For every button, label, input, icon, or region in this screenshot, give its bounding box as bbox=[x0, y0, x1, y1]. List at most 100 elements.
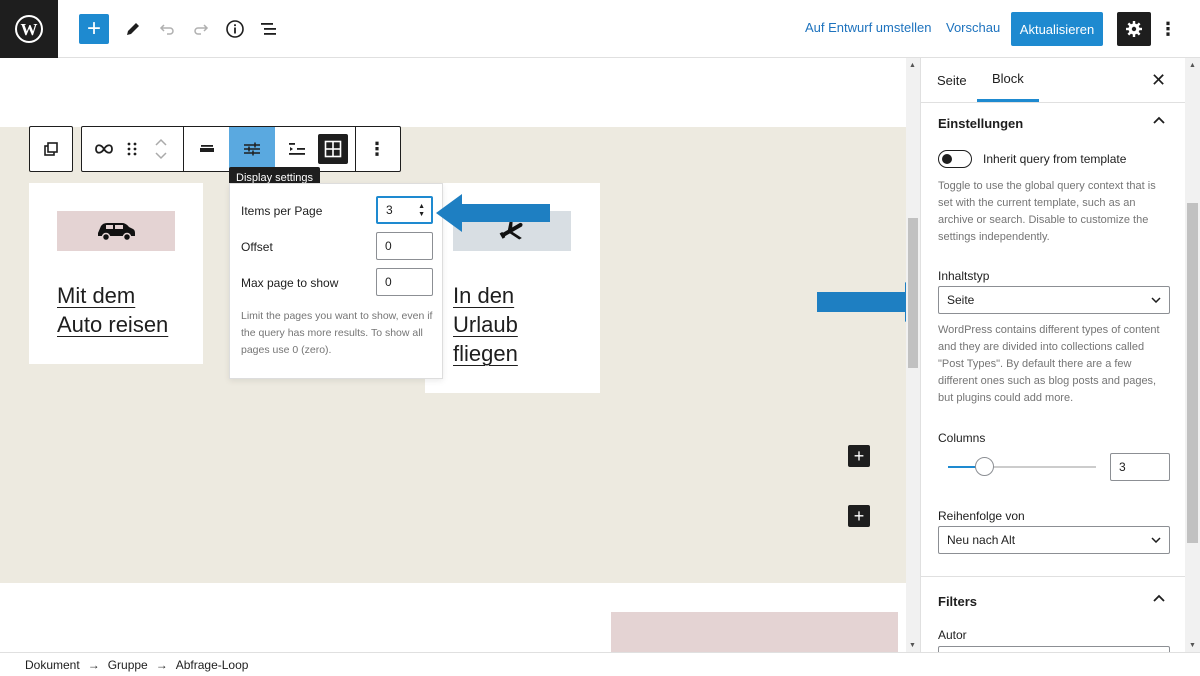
columns-label: Columns bbox=[938, 431, 986, 445]
tab-block[interactable]: Block bbox=[977, 58, 1039, 102]
breadcrumb-item[interactable]: Abfrage-Loop bbox=[176, 658, 249, 672]
details-button[interactable] bbox=[220, 14, 250, 44]
breadcrumb-item[interactable]: Dokument bbox=[25, 658, 80, 672]
max-page-input[interactable]: 0 bbox=[376, 268, 433, 296]
chevron-up-icon[interactable] bbox=[155, 138, 167, 146]
order-select[interactable]: Neu nach Alt bbox=[938, 526, 1170, 554]
block-options-button[interactable]: ⋮ bbox=[362, 127, 392, 171]
offset-input[interactable]: 0 bbox=[376, 232, 433, 260]
info-icon bbox=[226, 20, 244, 38]
scroll-down-icon[interactable]: ▼ bbox=[1189, 642, 1196, 649]
chevron-up-icon[interactable] bbox=[1153, 116, 1165, 124]
columns-slider-track[interactable] bbox=[948, 457, 1096, 476]
plus-icon: + bbox=[853, 506, 865, 526]
query-post-card[interactable]: Mit dem Auto reisen bbox=[29, 183, 203, 364]
post-title[interactable]: In den Urlaub fliegen bbox=[453, 281, 518, 368]
select-parent-button[interactable] bbox=[30, 127, 72, 171]
pencil-icon bbox=[127, 23, 139, 35]
tab-page[interactable]: Seite bbox=[937, 58, 967, 102]
switch-to-draft-button[interactable]: Auf Entwurf umstellen bbox=[805, 20, 931, 35]
image-placeholder[interactable] bbox=[611, 612, 898, 652]
add-block-inline-button[interactable]: + bbox=[848, 445, 870, 467]
scroll-up-icon[interactable]: ▲ bbox=[1189, 62, 1196, 69]
pages-help-text: Limit the pages you want to show, even i… bbox=[241, 310, 433, 356]
scroll-up-icon[interactable]: ▲ bbox=[909, 62, 916, 69]
redo-icon bbox=[194, 24, 209, 35]
list-view-button[interactable] bbox=[254, 14, 284, 44]
post-title-line: Mit dem bbox=[57, 283, 136, 308]
add-block-button[interactable]: + bbox=[79, 14, 109, 44]
block-toolbar-parent-group bbox=[29, 126, 73, 172]
loop-icon bbox=[95, 144, 113, 154]
breadcrumb: Dokument → Gruppe → Abfrage-Loop bbox=[0, 652, 1200, 676]
settings-panel-heading[interactable]: Einstellungen bbox=[938, 116, 1023, 131]
align-button[interactable] bbox=[192, 127, 222, 171]
toolbar-divider bbox=[183, 127, 184, 171]
inherit-query-help: Toggle to use the global query context t… bbox=[938, 180, 1156, 243]
chevron-down-icon bbox=[1151, 297, 1161, 303]
items-per-page-label: Items per Page bbox=[241, 204, 323, 218]
editor-top-bar: W + Auf Entwurf umstellen Vorschau Aktua… bbox=[0, 0, 1200, 58]
panel-divider bbox=[921, 576, 1185, 577]
offset-value: 0 bbox=[385, 239, 392, 253]
post-title-line: fliegen bbox=[453, 341, 518, 366]
columns-input[interactable]: 3 bbox=[1110, 453, 1170, 481]
sidebar-scrollbar[interactable]: ▲ ▼ bbox=[1185, 58, 1200, 652]
tools-button[interactable] bbox=[118, 14, 148, 44]
filters-panel-heading[interactable]: Filters bbox=[938, 594, 977, 609]
scrollbar-thumb[interactable] bbox=[1187, 203, 1198, 543]
spinner-icon[interactable]: ▲ ▼ bbox=[418, 203, 425, 219]
redo-button[interactable] bbox=[186, 14, 216, 44]
close-icon[interactable]: ✕ bbox=[1151, 70, 1166, 91]
content-type-select[interactable]: Seite bbox=[938, 286, 1170, 314]
sidebar-tabs: Seite Block ✕ bbox=[921, 58, 1185, 103]
svg-text:W: W bbox=[21, 20, 38, 39]
list-view-toggle[interactable] bbox=[282, 127, 312, 171]
inherit-query-toggle[interactable] bbox=[938, 150, 972, 168]
chevron-up-icon[interactable] bbox=[1153, 594, 1165, 602]
preview-button[interactable]: Vorschau bbox=[946, 20, 1000, 35]
display-settings-button[interactable] bbox=[229, 127, 275, 171]
list-view-icon bbox=[261, 23, 276, 35]
author-label: Autor bbox=[938, 628, 967, 642]
drag-handle-icon bbox=[127, 142, 137, 156]
scroll-down-icon[interactable]: ▼ bbox=[909, 642, 916, 649]
toolbar-divider bbox=[355, 127, 356, 171]
scrollbar-thumb[interactable] bbox=[908, 218, 918, 368]
wordpress-logo[interactable]: W bbox=[0, 0, 58, 58]
undo-button[interactable] bbox=[152, 14, 182, 44]
post-title-line: In den bbox=[453, 283, 515, 308]
more-vertical-icon: ⋮ bbox=[368, 138, 386, 159]
toggle-knob bbox=[942, 153, 952, 164]
canvas-scrollbar[interactable]: ▲ ▼ bbox=[906, 58, 920, 652]
post-title-line: Auto reisen bbox=[57, 312, 169, 337]
move-buttons[interactable] bbox=[148, 127, 174, 171]
update-button[interactable]: Aktualisieren bbox=[1011, 12, 1103, 46]
content-type-label: Inhaltstyp bbox=[938, 269, 990, 283]
max-page-value: 0 bbox=[385, 275, 392, 289]
breadcrumb-separator: → bbox=[87, 657, 100, 672]
post-title[interactable]: Mit dem Auto reisen bbox=[57, 281, 168, 339]
car-icon bbox=[98, 223, 135, 242]
plus-icon: + bbox=[86, 15, 101, 42]
options-button[interactable]: ⋮ bbox=[1158, 14, 1178, 44]
columns-value: 3 bbox=[1119, 460, 1126, 474]
post-title-line: Urlaub bbox=[453, 312, 518, 337]
chevron-down-icon[interactable] bbox=[155, 152, 167, 160]
drag-handle[interactable] bbox=[120, 127, 144, 171]
settings-sidebar: Seite Block ✕ Einstellungen Inherit quer… bbox=[920, 58, 1185, 652]
columns-slider-thumb[interactable] bbox=[975, 457, 994, 476]
grid-icon bbox=[318, 134, 348, 164]
grid-view-toggle[interactable] bbox=[317, 127, 349, 171]
add-block-inline-button[interactable]: + bbox=[848, 505, 870, 527]
featured-image bbox=[57, 211, 175, 251]
offset-label: Offset bbox=[241, 240, 273, 254]
query-loop-button[interactable] bbox=[90, 127, 118, 171]
display-settings-popover: Items per Page 3 ▲ ▼ Offset 0 Max page to… bbox=[229, 183, 443, 379]
plus-icon: + bbox=[853, 446, 865, 466]
order-label: Reihenfolge von bbox=[938, 509, 1025, 523]
items-per-page-input[interactable]: 3 ▲ ▼ bbox=[376, 196, 433, 224]
order-value: Neu nach Alt bbox=[947, 533, 1016, 547]
settings-button[interactable] bbox=[1117, 12, 1151, 46]
breadcrumb-item[interactable]: Gruppe bbox=[108, 658, 148, 672]
